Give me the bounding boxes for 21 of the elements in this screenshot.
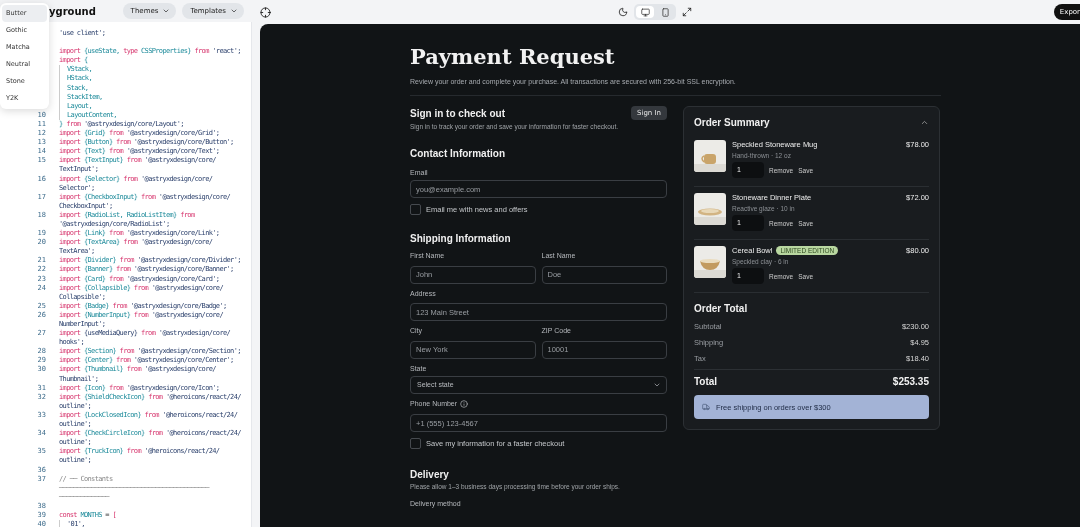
chevron-up-icon[interactable] (920, 118, 929, 127)
expand-icon[interactable] (682, 7, 692, 17)
checkbox[interactable] (410, 204, 421, 215)
info-icon[interactable] (460, 399, 469, 408)
desktop-icon[interactable] (636, 6, 654, 18)
moon-icon[interactable] (618, 7, 628, 17)
page-title: Payment Request (410, 43, 616, 71)
section-title: Shipping Information (410, 233, 512, 244)
section-title: Sign in to check out (410, 107, 505, 119)
chevron-down-icon (230, 7, 238, 15)
card-title: Order Summary (694, 117, 770, 128)
checkbox[interactable] (410, 438, 421, 449)
section-title: Delivery (410, 469, 450, 480)
section-title: Contact Information (410, 148, 506, 159)
truck-icon (702, 403, 710, 411)
total-value: $253.35 (892, 376, 929, 387)
crosshair-icon[interactable] (260, 6, 271, 18)
chevron-down-icon (162, 7, 171, 15)
app-title: yground (49, 5, 96, 17)
section-title: Order Total (694, 303, 749, 314)
total-label: Total (694, 376, 718, 387)
